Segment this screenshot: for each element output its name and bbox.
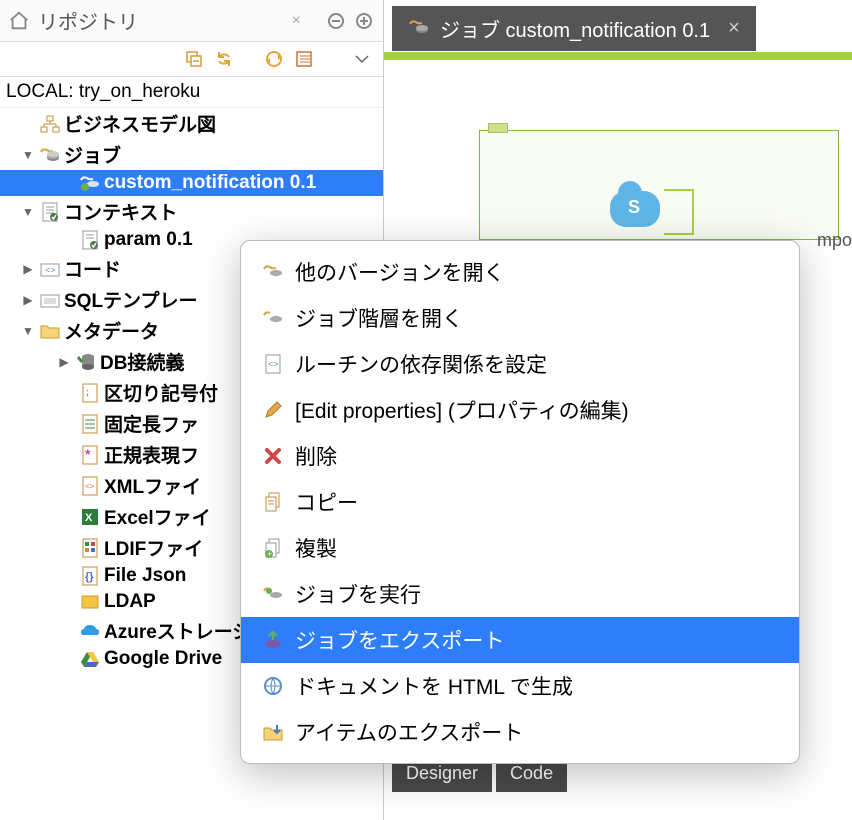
component-panel-fragment: mpo bbox=[817, 230, 852, 251]
menu-copy[interactable]: コピー bbox=[241, 479, 799, 525]
context-item-icon bbox=[76, 229, 104, 251]
accent-bar bbox=[384, 52, 852, 60]
ldap-icon bbox=[76, 591, 104, 613]
export-item-icon bbox=[259, 721, 287, 743]
code-icon: <> bbox=[259, 353, 287, 375]
refresh-icon[interactable] bbox=[213, 48, 235, 70]
job-icon bbox=[36, 144, 64, 166]
job-icon bbox=[408, 18, 430, 40]
svg-text:*: * bbox=[85, 446, 91, 462]
salesforce-icon: S bbox=[628, 197, 640, 218]
designer-tab-label: ジョブ custom_notification 0.1 bbox=[440, 14, 710, 43]
regex-file-icon: * bbox=[76, 444, 104, 466]
expand-arrow-icon[interactable]: ▼ bbox=[20, 205, 36, 219]
svg-text:+: + bbox=[267, 549, 272, 558]
xml-file-icon: <> bbox=[76, 475, 104, 497]
context-icon bbox=[36, 201, 64, 223]
menu-delete[interactable]: 削除 bbox=[241, 433, 799, 479]
designer-tab[interactable]: ジョブ custom_notification 0.1 × bbox=[392, 6, 756, 51]
salesforce-component[interactable]: S bbox=[610, 191, 664, 233]
expand-arrow-icon[interactable]: ▶ bbox=[56, 355, 72, 369]
svg-text:;: ; bbox=[86, 387, 89, 397]
code-folder-icon: <> bbox=[36, 258, 64, 280]
duplicate-icon: + bbox=[259, 537, 287, 559]
azure-icon bbox=[76, 620, 104, 642]
menu-run-job[interactable]: ジョブを実行 bbox=[241, 571, 799, 617]
job-icon bbox=[259, 261, 287, 283]
job-icon bbox=[259, 307, 287, 329]
sql-folder-icon bbox=[36, 289, 64, 311]
maximize-icon[interactable] bbox=[353, 10, 375, 32]
google-drive-icon bbox=[76, 648, 104, 670]
menu-duplicate[interactable]: + 複製 bbox=[241, 525, 799, 571]
job-item-icon bbox=[76, 172, 104, 194]
list-view-icon[interactable] bbox=[293, 48, 315, 70]
expand-arrow-icon[interactable]: ▼ bbox=[20, 324, 36, 338]
repository-toolbar bbox=[0, 42, 383, 77]
svg-text:X: X bbox=[85, 512, 93, 524]
menu-open-job-hierarchy[interactable]: ジョブ階層を開く bbox=[241, 295, 799, 341]
menu-generate-html-doc[interactable]: ドキュメントを HTML で生成 bbox=[241, 663, 799, 709]
close-icon[interactable]: × bbox=[292, 12, 301, 30]
diagram-icon bbox=[36, 113, 64, 135]
minimize-icon[interactable] bbox=[325, 10, 347, 32]
menu-edit-properties[interactable]: [Edit properties] (プロパティの編集) bbox=[241, 387, 799, 433]
component-output-handle[interactable] bbox=[664, 189, 694, 235]
subjob-container[interactable]: S bbox=[479, 130, 839, 240]
delete-icon bbox=[259, 445, 287, 467]
home-icon bbox=[8, 10, 30, 32]
metadata-folder-icon bbox=[36, 320, 64, 342]
run-job-icon bbox=[259, 583, 287, 605]
menu-export-item[interactable]: アイテムのエクスポート bbox=[241, 709, 799, 755]
tree-node-job[interactable]: ▼ ジョブ bbox=[0, 139, 383, 170]
sync-icon[interactable] bbox=[263, 48, 285, 70]
menu-set-routine-dependencies[interactable]: <> ルーチンの依存関係を設定 bbox=[241, 341, 799, 387]
copy-icon bbox=[259, 491, 287, 513]
expand-arrow-icon[interactable]: ▶ bbox=[20, 293, 36, 307]
excel-file-icon: X bbox=[76, 506, 104, 528]
svg-text:<>: <> bbox=[268, 359, 279, 369]
tree-node-context[interactable]: ▼ コンテキスト bbox=[0, 196, 383, 227]
delimiter-file-icon: ; bbox=[76, 382, 104, 404]
menu-dropdown-icon[interactable] bbox=[351, 48, 373, 70]
menu-open-other-version[interactable]: 他のバージョンを開く bbox=[241, 249, 799, 295]
ldif-file-icon bbox=[76, 537, 104, 559]
html-doc-icon bbox=[259, 675, 287, 697]
menu-export-job[interactable]: ジョブをエクスポート bbox=[241, 617, 799, 663]
database-icon bbox=[72, 351, 100, 373]
sidebar-tab-header: リポジトリ × bbox=[0, 0, 383, 42]
svg-text:<>: <> bbox=[45, 265, 56, 275]
svg-text:<>: <> bbox=[85, 482, 95, 491]
collapse-all-icon[interactable] bbox=[183, 48, 205, 70]
subjob-handle[interactable] bbox=[488, 123, 508, 133]
tree-node-business-model[interactable]: ビジネスモデル図 bbox=[0, 108, 383, 139]
tree-node-custom-notification[interactable]: custom_notification 0.1 bbox=[0, 170, 383, 196]
export-job-icon bbox=[259, 629, 287, 651]
expand-arrow-icon[interactable]: ▶ bbox=[20, 262, 36, 276]
context-menu: 他のバージョンを開く ジョブ階層を開く <> ルーチンの依存関係を設定 [Edi… bbox=[240, 240, 800, 764]
svg-text:{}: {} bbox=[85, 571, 94, 583]
pencil-icon bbox=[259, 399, 287, 421]
project-label: LOCAL: try_on_heroku bbox=[0, 77, 383, 108]
panel-title: リポジトリ bbox=[38, 6, 286, 35]
json-file-icon: {} bbox=[76, 565, 104, 587]
fixed-length-file-icon bbox=[76, 413, 104, 435]
close-icon[interactable]: × bbox=[728, 17, 740, 40]
expand-arrow-icon[interactable]: ▼ bbox=[20, 148, 36, 162]
